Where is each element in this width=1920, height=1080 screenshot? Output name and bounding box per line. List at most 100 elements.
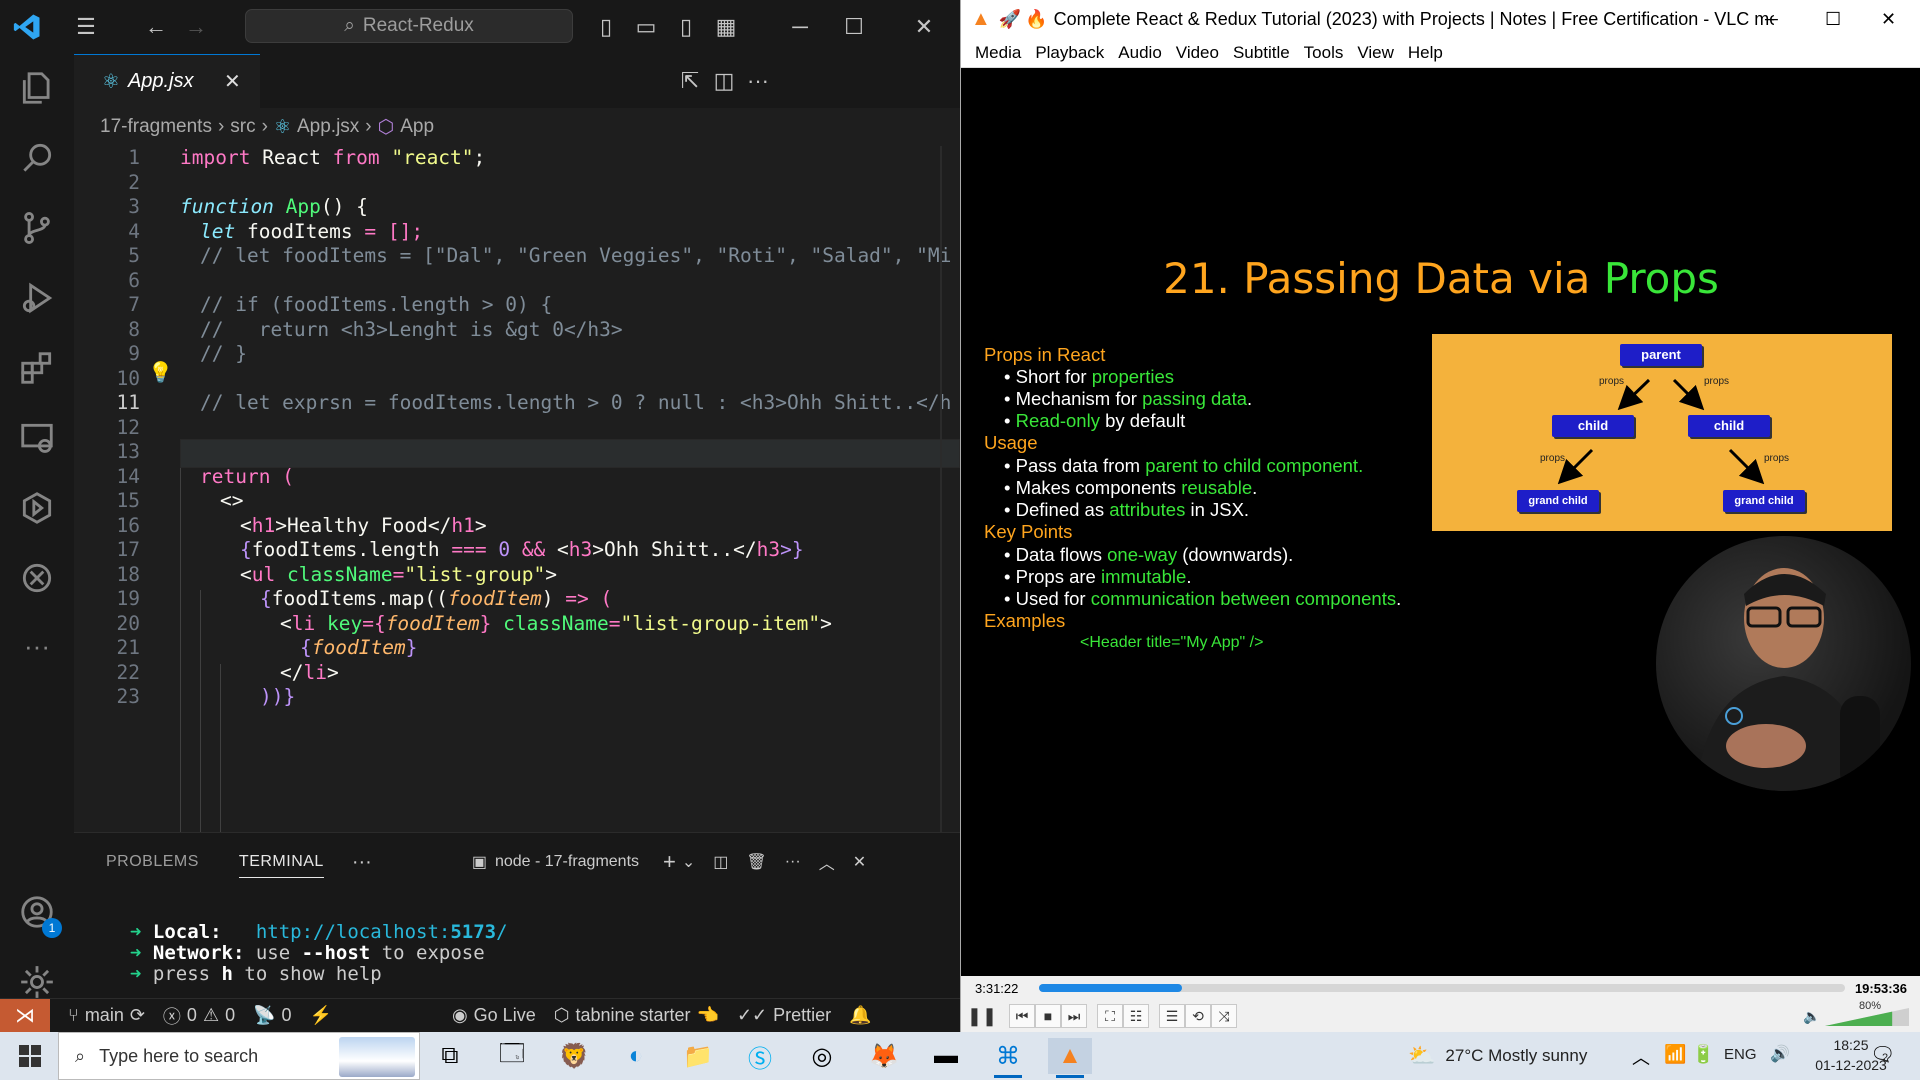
tab-app-jsx[interactable]: ⚛ App.jsx ✕ (74, 54, 260, 108)
tabnine-button[interactable]: ⬡ tabnine starter 👈 (554, 1005, 719, 1026)
menu-video[interactable]: Video (1176, 43, 1219, 63)
skype-icon[interactable]: Ⓢ (738, 1038, 782, 1074)
live-share-icon[interactable] (13, 484, 61, 532)
panel-more-icon[interactable]: ··· (352, 851, 372, 874)
wifi-icon[interactable]: 📶 (1664, 1044, 1686, 1065)
run-debug-icon[interactable] (13, 274, 61, 322)
file-explorer-icon[interactable]: 📁 (676, 1038, 720, 1074)
shuffle-icon[interactable]: ⤨ (1211, 1004, 1237, 1028)
minimize-icon[interactable]: ─ (1765, 9, 1778, 30)
notifications-bell-icon[interactable]: 🔔 (849, 1005, 871, 1026)
split-terminal-icon[interactable]: ◫ (713, 852, 728, 872)
taskbar-search[interactable]: ⌕ Type here to search (58, 1032, 420, 1080)
menu-playback[interactable]: Playback (1035, 43, 1104, 63)
menu-tools[interactable]: Tools (1304, 43, 1344, 63)
trash-icon[interactable]: 🗑 (746, 852, 766, 872)
more-actions-icon[interactable]: ··· (738, 61, 778, 101)
toggle-primary-sidebar-icon[interactable]: ▯ (586, 7, 626, 47)
chevron-down-icon[interactable]: ⌄ (682, 852, 695, 872)
extensions-icon[interactable] (13, 344, 61, 392)
notification-center-icon[interactable]: 🗨 2 (1870, 1042, 1895, 1067)
brave-browser-icon[interactable]: 🦁 (552, 1038, 596, 1074)
menu-icon[interactable]: ☰ (66, 7, 106, 47)
accounts-icon[interactable]: 1 (13, 888, 62, 938)
show-hidden-icons-chevron-icon[interactable]: ︿ (1632, 1044, 1650, 1070)
breadcrumb-item[interactable]: 17-fragments (100, 116, 212, 138)
chatgpt-icon[interactable] (13, 554, 61, 602)
terminal-app-icon[interactable]: ▬ (924, 1038, 968, 1074)
slide-bullet: • Used for communication between compone… (1004, 588, 1402, 609)
menu-media[interactable]: Media (975, 43, 1021, 63)
go-live-button[interactable]: ◉ Go Live (452, 1005, 536, 1026)
toggle-panel-icon[interactable]: ▭ (626, 7, 666, 47)
prettier-button[interactable]: ✓✓ Prettier (737, 1005, 831, 1026)
next-icon[interactable]: ⏭ (1061, 1004, 1087, 1028)
tab-problems[interactable]: PROBLEMS (106, 853, 199, 871)
previous-icon[interactable]: ⏮ (1009, 1004, 1035, 1028)
volume-slider[interactable]: 80% (1825, 1000, 1909, 1026)
seek-slider[interactable] (1039, 984, 1845, 992)
stop-icon[interactable]: ■ (1035, 1004, 1061, 1028)
menu-view[interactable]: View (1357, 43, 1394, 63)
menu-help[interactable]: Help (1408, 43, 1443, 63)
breadcrumb-item[interactable]: App.jsx (297, 116, 359, 138)
battery-icon[interactable]: 🔋 (1692, 1044, 1714, 1065)
toggle-secondary-sidebar-icon[interactable]: ▯ (666, 7, 706, 47)
maximize-icon[interactable]: ☐ (834, 7, 874, 47)
customize-layout-icon[interactable]: ▦ (706, 7, 746, 47)
close-icon[interactable]: ✕ (904, 7, 944, 47)
edge-browser-icon[interactable]: ◐ (614, 1038, 658, 1074)
breadcrumb: 17-fragments › src › ⚛ App.jsx › ⬡ App (74, 108, 960, 146)
fullscreen-icon[interactable]: ⛶ (1097, 1004, 1123, 1028)
line-number: 3 (128, 195, 140, 218)
weather-widget[interactable]: ⛅ 27°C Mostly sunny (1408, 1032, 1587, 1080)
panel-actions-icon[interactable]: ··· (785, 853, 801, 871)
extended-settings-icon[interactable]: ☷ (1123, 1004, 1149, 1028)
remote-indicator-icon[interactable]: ⋊ (0, 998, 50, 1033)
firefox-icon[interactable]: 🦊 (862, 1038, 906, 1074)
tab-terminal[interactable]: TERMINAL (238, 853, 324, 878)
breadcrumb-item[interactable]: App (400, 116, 434, 138)
ports-indicator[interactable]: 📡 0 (253, 1005, 291, 1026)
line-number: 10 (116, 367, 140, 390)
code-editor[interactable]: 1 2 3 4 5 6 7 8 9 10 11 12 13 14 15 16 1… (74, 146, 960, 832)
windows-start-icon[interactable] (6, 1038, 54, 1074)
language-indicator[interactable]: ENG (1724, 1046, 1757, 1063)
no-bell-icon[interactable]: ⚡ (310, 1005, 332, 1026)
terminal-selector[interactable]: ▣ node - 17-fragments (472, 852, 639, 872)
chrome-icon[interactable]: ◎ (800, 1038, 844, 1074)
menu-subtitle[interactable]: Subtitle (1233, 43, 1290, 63)
command-center-search[interactable]: ⌕ React-Redux (245, 9, 573, 43)
remote-explorer-icon[interactable] (13, 414, 61, 462)
loop-icon[interactable]: ⟲ (1185, 1004, 1211, 1028)
search-placeholder: Type here to search (99, 1045, 259, 1066)
breadcrumb-item[interactable]: src (230, 116, 255, 138)
search-icon[interactable] (13, 134, 61, 182)
file-app-icon[interactable]: 🗔 (490, 1038, 534, 1074)
vscode-taskbar-icon[interactable]: ⌘ (986, 1038, 1030, 1078)
close-icon[interactable]: ✕ (1881, 9, 1896, 30)
more-views-icon[interactable]: ··· (13, 622, 61, 670)
new-terminal-icon[interactable]: + (663, 849, 676, 875)
tab-close-icon[interactable]: ✕ (224, 69, 241, 94)
task-view-icon[interactable]: ⧉ (428, 1038, 472, 1074)
vlc-taskbar-icon[interactable]: ▲ (1048, 1038, 1092, 1078)
playlist-icon[interactable]: ☰ (1159, 1004, 1185, 1028)
forward-arrow-icon[interactable]: → (176, 7, 216, 47)
branch-indicator[interactable]: ⑂ main ⟳ (68, 1005, 145, 1026)
maximize-icon[interactable]: ☐ (1825, 9, 1841, 30)
pause-icon[interactable]: ❚❚ (967, 1004, 997, 1028)
explorer-icon[interactable] (13, 64, 61, 112)
editor-scrollbar[interactable] (940, 146, 942, 832)
lightbulb-icon[interactable]: 💡 (148, 360, 173, 384)
maximize-panel-icon[interactable]: ︿ (819, 850, 835, 874)
minimize-icon[interactable]: ─ (780, 7, 820, 47)
speaker-icon[interactable]: 🔈 (1803, 1008, 1820, 1025)
video-area[interactable]: 21. Passing Data via Props Props in Reac… (961, 68, 1920, 976)
menu-audio[interactable]: Audio (1118, 43, 1161, 63)
close-panel-icon[interactable]: ✕ (853, 852, 866, 872)
problems-indicator[interactable]: ⓧ 0 ⚠ 0 (163, 1003, 235, 1029)
source-control-icon[interactable] (13, 204, 61, 252)
speaker-icon[interactable]: 🔊 (1770, 1044, 1790, 1064)
back-arrow-icon[interactable]: ← (136, 7, 176, 47)
